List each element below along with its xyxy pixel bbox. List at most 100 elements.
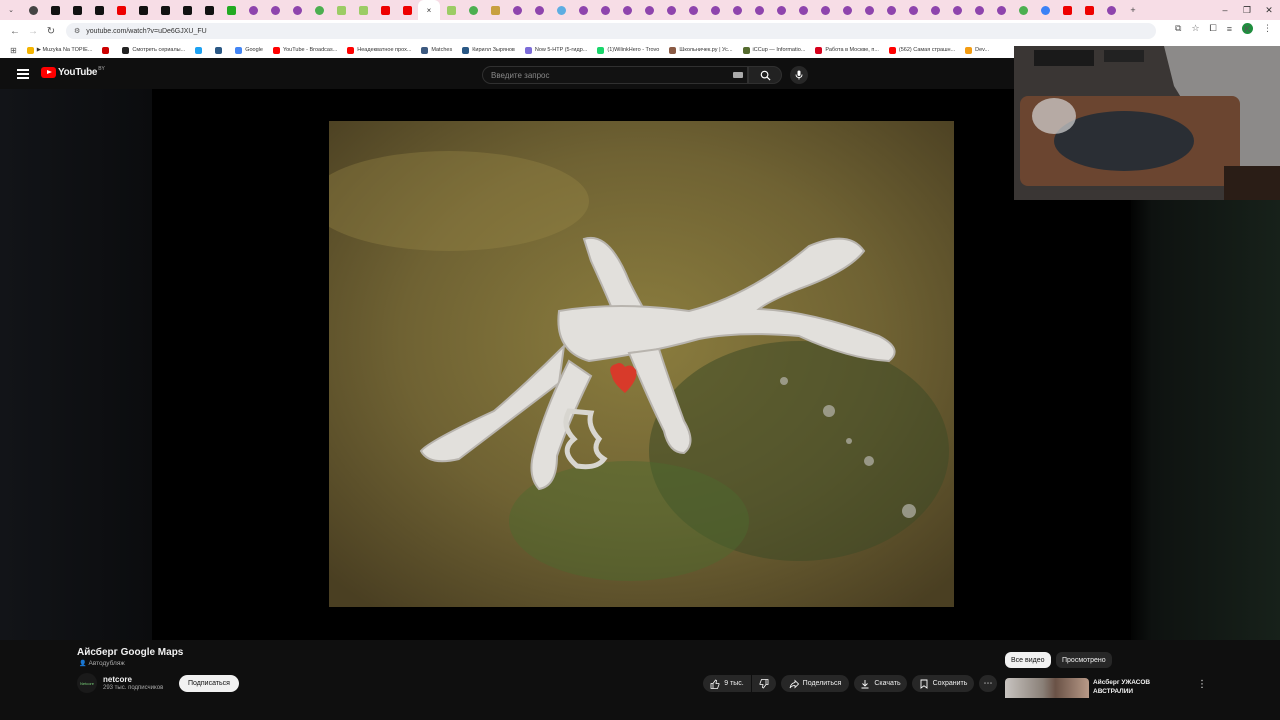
tab[interactable] [748, 0, 770, 20]
tab[interactable] [880, 0, 902, 20]
more-vertical-icon[interactable]: ⋮ [1197, 679, 1207, 690]
chip-watched[interactable]: Просмотрено [1056, 652, 1112, 668]
video-frame[interactable] [329, 121, 954, 607]
voice-search-button[interactable] [790, 66, 808, 84]
bookmark-star-icon[interactable]: ☆ [1191, 23, 1199, 34]
dislike-button[interactable] [752, 675, 776, 692]
search-input[interactable]: Введите запрос [482, 66, 748, 84]
tab[interactable] [770, 0, 792, 20]
tab[interactable] [792, 0, 814, 20]
bookmark-item[interactable] [215, 46, 225, 54]
channel-name[interactable]: netcore [103, 675, 132, 684]
tab[interactable] [550, 0, 572, 20]
bookmark-item[interactable]: Смотреть сериалы... [122, 46, 185, 54]
bookmark-item[interactable]: YouTube - Broadcas... [272, 46, 337, 54]
tab[interactable] [1100, 0, 1122, 20]
media-icon[interactable]: ≡ [1227, 24, 1232, 34]
tab[interactable] [836, 0, 858, 20]
tab[interactable] [308, 0, 330, 20]
tab[interactable] [968, 0, 990, 20]
recommendation-thumbnail[interactable] [1005, 678, 1089, 698]
like-button[interactable]: 9 тыс. [703, 675, 751, 692]
tab[interactable] [286, 0, 308, 20]
tab[interactable] [484, 0, 506, 20]
browser-menu-icon[interactable]: ⋮ [1263, 23, 1272, 34]
minimize-icon[interactable]: – [1214, 5, 1236, 15]
bookmark-item[interactable]: Школьничек.ру | Ус... [669, 46, 733, 54]
save-button[interactable]: Сохранить [912, 675, 974, 692]
reload-icon[interactable]: ↻ [42, 26, 60, 37]
tab[interactable] [902, 0, 924, 20]
tab[interactable] [132, 0, 154, 20]
tab[interactable] [462, 0, 484, 20]
new-tab-button[interactable]: + [1122, 0, 1144, 20]
bookmark-item[interactable]: (1)WilinkHero - Trovo [597, 46, 659, 54]
tab[interactable] [528, 0, 550, 20]
restore-icon[interactable]: ❐ [1236, 5, 1258, 16]
install-icon[interactable]: ⧉ [1175, 23, 1181, 34]
tab[interactable] [396, 0, 418, 20]
tab-active[interactable]: × [418, 0, 440, 20]
bookmark-item[interactable] [195, 46, 205, 54]
tab[interactable] [110, 0, 132, 20]
tab[interactable] [924, 0, 946, 20]
tab-search-button[interactable]: ⌄ [0, 0, 22, 20]
bookmark-item[interactable]: ▶ Muzyka Na TOPIE... [26, 46, 92, 54]
bookmark-item[interactable]: Now 5-HTP (5-гидр... [524, 46, 587, 54]
tab[interactable] [264, 0, 286, 20]
tab[interactable] [506, 0, 528, 20]
tab[interactable] [242, 0, 264, 20]
profile-avatar[interactable]: K [1242, 23, 1253, 34]
tab[interactable] [220, 0, 242, 20]
tab[interactable] [1078, 0, 1100, 20]
tab[interactable] [726, 0, 748, 20]
tab[interactable] [946, 0, 968, 20]
subscribe-button[interactable]: Подписаться [179, 675, 239, 692]
tab[interactable] [374, 0, 396, 20]
apps-grid-icon[interactable]: ⊞ [10, 46, 17, 55]
tab[interactable] [704, 0, 726, 20]
chip-all-videos[interactable]: Все видео [1005, 652, 1051, 668]
share-button[interactable]: Поделиться [781, 675, 849, 692]
bookmark-item[interactable]: iCCup — Informatio... [742, 46, 805, 54]
tab[interactable] [22, 0, 44, 20]
channel-avatar[interactable]: Netcore [77, 673, 97, 693]
bookmark-item[interactable] [102, 46, 112, 54]
url-input[interactable]: ⚙ youtube.com/watch?v=uDe6GJXU_FU [66, 23, 1156, 39]
bookmark-item[interactable]: Работа в Москве, п... [815, 46, 879, 54]
extensions-icon[interactable]: ⧠ [1210, 23, 1217, 34]
tab[interactable] [88, 0, 110, 20]
tab[interactable] [198, 0, 220, 20]
tab[interactable] [858, 0, 880, 20]
tab[interactable] [682, 0, 704, 20]
search-button[interactable] [748, 66, 782, 84]
tab[interactable] [638, 0, 660, 20]
bookmark-item[interactable]: Кирилл Зырянов [462, 46, 515, 54]
tab[interactable] [990, 0, 1012, 20]
tab[interactable] [660, 0, 682, 20]
tab[interactable] [352, 0, 374, 20]
recommendation-title[interactable]: Айсберг УЖАСОВ АВСТРАЛИИ [1093, 678, 1183, 696]
keyboard-icon[interactable] [733, 72, 743, 78]
tab[interactable] [330, 0, 352, 20]
tab[interactable] [616, 0, 638, 20]
close-window-icon[interactable]: ✕ [1258, 5, 1280, 16]
close-icon[interactable]: × [427, 6, 432, 15]
tab[interactable] [66, 0, 88, 20]
hamburger-menu-icon[interactable] [17, 69, 29, 79]
tab[interactable] [440, 0, 462, 20]
tab[interactable] [176, 0, 198, 20]
more-actions-button[interactable]: ⋯ [979, 675, 997, 692]
tab[interactable] [1056, 0, 1078, 20]
site-info-icon[interactable]: ⚙ [74, 27, 80, 35]
bookmark-item[interactable]: (562) Самая страшн... [888, 46, 955, 54]
tab[interactable] [572, 0, 594, 20]
tab[interactable] [814, 0, 836, 20]
forward-icon[interactable]: → [24, 26, 42, 37]
bookmark-item[interactable]: Dev... [965, 46, 989, 54]
download-button[interactable]: Скачать [854, 675, 907, 692]
back-icon[interactable]: ← [6, 26, 24, 37]
bookmark-item[interactable]: Google [235, 46, 263, 54]
tab[interactable] [44, 0, 66, 20]
tab[interactable] [154, 0, 176, 20]
